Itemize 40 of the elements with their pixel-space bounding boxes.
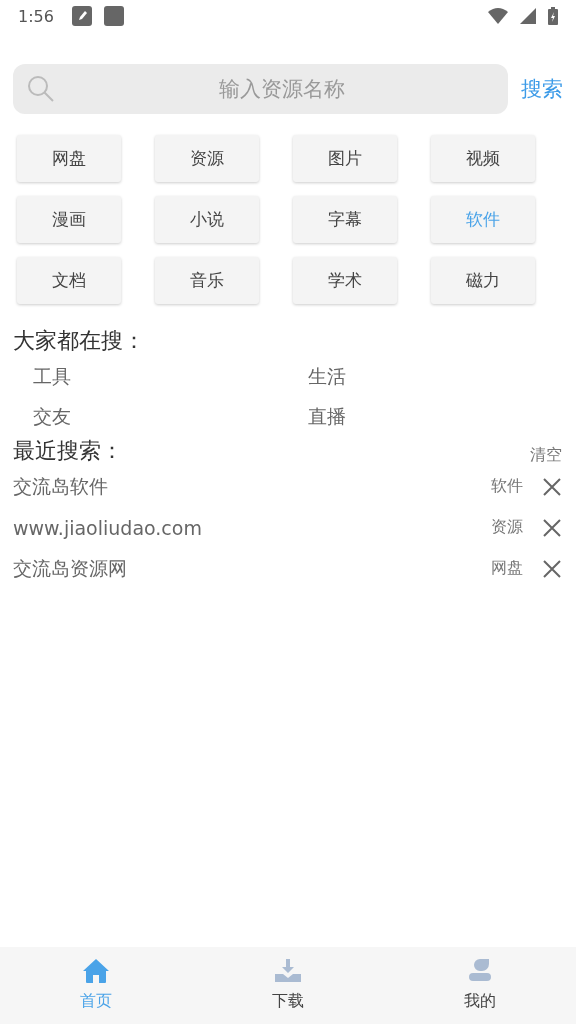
signal-icon (520, 8, 536, 24)
download-icon (275, 959, 301, 983)
recent-search-item[interactable]: 交流岛资源网 (13, 555, 491, 582)
notes-icon (71, 6, 92, 26)
hot-search-link[interactable]: 工具 (33, 362, 308, 390)
category-label: 软件 (491, 476, 523, 497)
close-icon[interactable] (543, 559, 561, 578)
category-button[interactable]: 漫画 (17, 196, 121, 243)
search-field[interactable]: 输入资源名称 (13, 64, 508, 114)
section-title: 大家都在搜： (12, 327, 146, 355)
close-icon[interactable] (543, 477, 561, 496)
hot-search-link[interactable]: 交友 (33, 402, 308, 430)
user-icon (469, 959, 491, 983)
home-icon (83, 959, 109, 983)
recent-search-item[interactable]: www.jiaoliudao.com (13, 516, 491, 539)
recent-search-item[interactable]: 交流岛软件 (13, 473, 491, 500)
nav-tab[interactable]: 我的 (384, 947, 576, 1024)
category-label: 资源 (491, 517, 523, 538)
category-button[interactable]: 小说 (155, 196, 259, 243)
category-button[interactable]: 资源 (155, 135, 259, 182)
section-title: 最近搜索： (12, 437, 124, 465)
wifi-icon (488, 8, 508, 24)
nav-tab[interactable]: 下载 (192, 947, 384, 1024)
clear-button[interactable]: 清空 (530, 445, 562, 466)
app-notification-icon (103, 6, 124, 26)
category-button[interactable]: 学术 (293, 257, 397, 304)
hot-search-link[interactable]: 直播 (308, 402, 543, 430)
status-time: 1:56 (18, 6, 54, 26)
category-button[interactable]: 网盘 (17, 135, 121, 182)
category-label: 网盘 (491, 558, 523, 579)
hot-search-link[interactable]: 生活 (308, 362, 543, 390)
battery-icon (548, 7, 558, 25)
category-button[interactable]: 字幕 (293, 196, 397, 243)
close-icon[interactable] (543, 518, 561, 537)
category-button[interactable]: 磁力 (431, 257, 535, 304)
category-button[interactable]: 图片 (293, 135, 397, 182)
category-button[interactable]: 视频 (431, 135, 535, 182)
category-button[interactable]: 音乐 (155, 257, 259, 304)
search-icon (27, 75, 55, 103)
category-button[interactable]: 文档 (17, 257, 121, 304)
